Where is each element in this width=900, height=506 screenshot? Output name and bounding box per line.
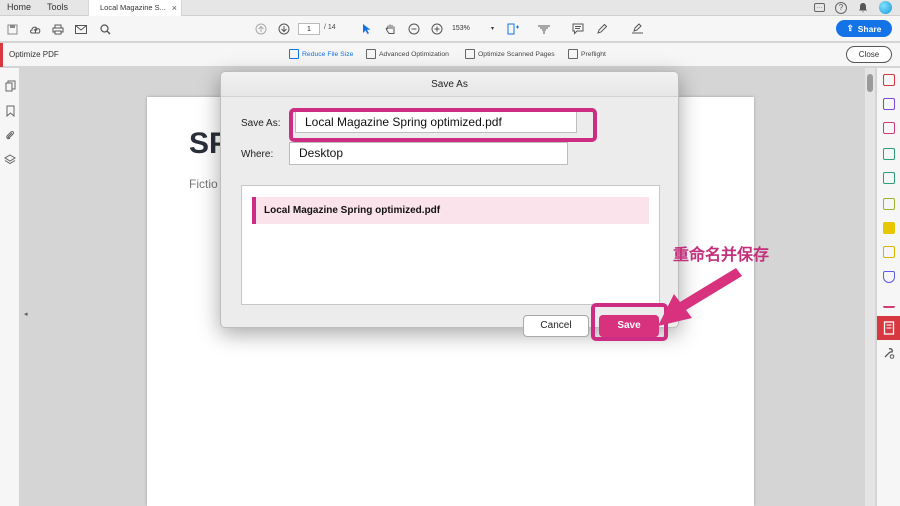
location-select[interactable]: Desktop <box>289 142 568 165</box>
file-list-item[interactable]: Local Magazine Spring optimized.pdf <box>252 197 649 224</box>
page-down-icon[interactable] <box>277 22 291 36</box>
optimize-pdf-title: Optimize PDF <box>9 50 59 59</box>
tab-document[interactable]: Local Magazine S... × <box>88 0 182 17</box>
zoom-in-icon[interactable] <box>430 22 444 36</box>
tab-home[interactable]: Home <box>7 0 31 16</box>
advanced-optimization-icon <box>366 49 376 59</box>
left-navigation-rail <box>0 68 20 506</box>
fill-sign-icon[interactable] <box>883 296 895 308</box>
scan-ocr-icon[interactable] <box>883 172 895 184</box>
create-pdf-icon[interactable] <box>883 74 895 86</box>
upload-cloud-icon[interactable] <box>28 22 42 36</box>
collapse-panel-arrow-icon[interactable]: ◂ <box>24 310 28 318</box>
tab-close-icon[interactable]: × <box>172 0 177 16</box>
edit-pdf-icon[interactable] <box>883 198 895 210</box>
vertical-scrollbar[interactable] <box>865 68 875 506</box>
annotation-arrow-icon <box>658 268 742 326</box>
tab-bar: Home Tools Local Magazine S... × ··· ? <box>0 0 900 17</box>
main-toolbar: 1 / 14 153% ▾ ⇪ Share <box>0 16 900 42</box>
comment-icon[interactable] <box>571 22 585 36</box>
account-controls: ··· ? <box>814 1 892 14</box>
avatar[interactable] <box>879 1 892 14</box>
file-browser-list[interactable]: Local Magazine Spring optimized.pdf <box>241 185 660 305</box>
comment-tool-icon[interactable] <box>883 222 895 234</box>
reduce-size-icon <box>289 49 299 59</box>
reduce-file-size-label: Reduce File Size <box>302 50 354 58</box>
search-icon[interactable] <box>98 22 112 36</box>
page-number-input[interactable]: 1 <box>298 23 320 35</box>
organize-pages-icon[interactable] <box>883 122 895 134</box>
scroll-mode-icon[interactable] <box>537 22 551 36</box>
save-as-label: Save As: <box>241 118 281 129</box>
combine-files-icon[interactable] <box>883 98 895 110</box>
tab-document-label: Local Magazine S... <box>100 3 166 12</box>
optimize-pdf-bar: Optimize PDF Reduce File Size Advanced O… <box>0 43 900 67</box>
sign-icon[interactable] <box>630 22 644 36</box>
preflight-label: Preflight <box>581 50 606 58</box>
attachment-paperclip-icon[interactable] <box>4 129 16 141</box>
page-thumbnails-icon[interactable] <box>4 80 16 92</box>
dialog-title: Save As <box>221 72 678 97</box>
highlight-pen-icon[interactable] <box>595 22 609 36</box>
share-button[interactable]: ⇪ Share <box>836 20 892 37</box>
select-cursor-icon[interactable] <box>360 22 374 36</box>
document-subheading: Fictio <box>189 177 218 191</box>
email-icon[interactable] <box>74 22 88 36</box>
preflight-button[interactable]: Preflight <box>568 49 606 59</box>
advanced-optimization-label: Advanced Optimization <box>379 50 449 58</box>
right-tools-rail <box>876 68 900 506</box>
optimize-scanned-pages-button[interactable]: Optimize Scanned Pages <box>465 49 555 59</box>
zoom-out-icon[interactable] <box>407 22 421 36</box>
save-icon[interactable] <box>5 22 19 36</box>
notification-bell-icon[interactable] <box>857 2 869 14</box>
page-layout-icon[interactable] <box>506 22 520 36</box>
close-tool-button[interactable]: Close <box>846 46 892 63</box>
tab-tools[interactable]: Tools <box>47 0 68 16</box>
protect-file-icon[interactable] <box>883 246 895 258</box>
cancel-button[interactable]: Cancel <box>523 315 589 337</box>
export-pdf-icon[interactable] <box>883 148 895 160</box>
share-label: Share <box>857 23 882 34</box>
optimize-scanned-pages-label: Optimize Scanned Pages <box>478 50 555 58</box>
more-tools-wrench-icon[interactable] <box>883 346 895 359</box>
comment-bubble-icon[interactable]: ··· <box>814 3 825 12</box>
save-as-dialog: Save As Save As: Local Magazine Spring o… <box>220 71 679 341</box>
scrollbar-thumb[interactable] <box>867 74 873 92</box>
advanced-optimization-button[interactable]: Advanced Optimization <box>366 49 449 59</box>
help-icon[interactable]: ? <box>835 1 847 14</box>
zoom-select[interactable]: 153% ▾ <box>452 23 496 35</box>
preflight-icon <box>568 49 578 59</box>
bookmark-icon[interactable] <box>4 105 16 117</box>
where-label: Where: <box>241 149 274 160</box>
tool-accent-bar <box>0 43 3 67</box>
zoom-value: 153% <box>452 25 470 32</box>
page-up-icon[interactable] <box>254 22 268 36</box>
page-total: / 14 <box>324 24 336 31</box>
shield-icon[interactable] <box>883 271 895 283</box>
print-icon[interactable] <box>51 22 65 36</box>
share-icon: ⇪ <box>846 23 854 33</box>
layers-icon[interactable] <box>4 154 16 166</box>
scanned-pages-icon <box>465 49 475 59</box>
file-name-highlight-box <box>289 108 597 142</box>
optimize-pdf-tool-active[interactable] <box>877 316 900 340</box>
chevron-down-icon: ▾ <box>490 26 494 32</box>
reduce-file-size-button[interactable]: Reduce File Size <box>289 49 353 59</box>
optimize-pdf-icon <box>883 321 895 335</box>
hand-tool-icon[interactable] <box>384 22 398 36</box>
